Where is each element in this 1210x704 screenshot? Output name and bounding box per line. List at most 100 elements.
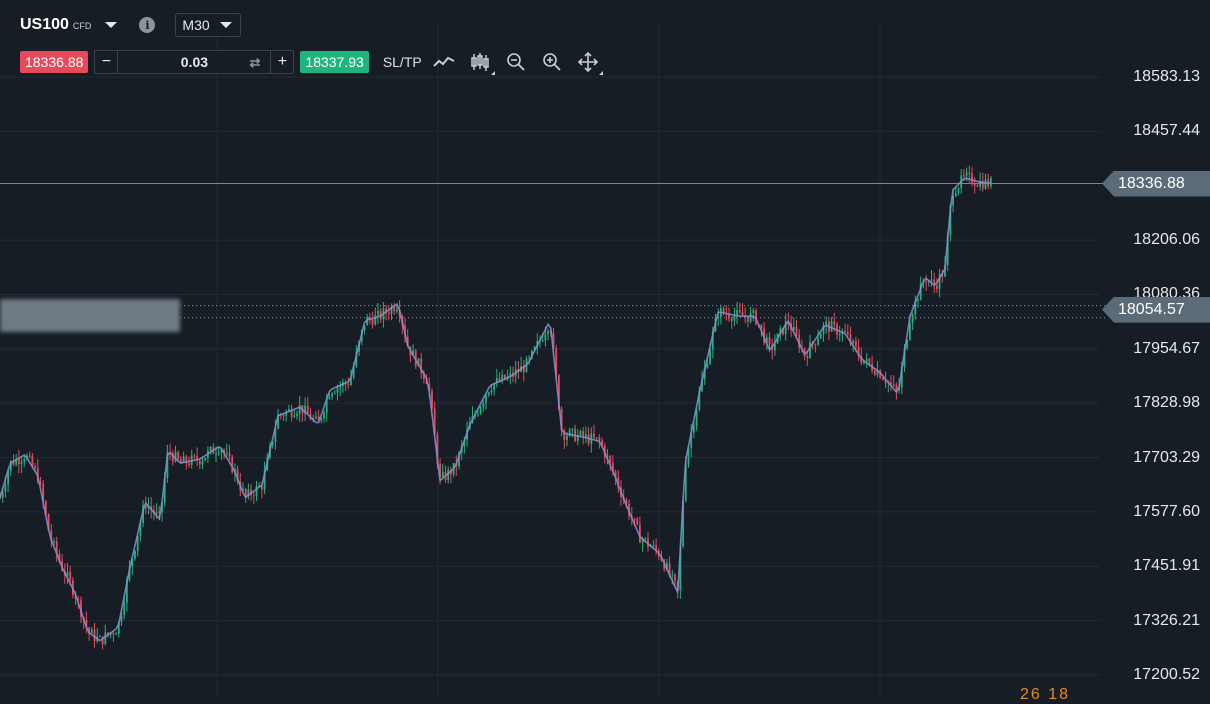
- candle-body: [209, 446, 212, 451]
- candle-body: [957, 187, 960, 194]
- candle-body: [396, 309, 398, 312]
- candle-body: [441, 472, 444, 478]
- price-axis-label: 17703.29: [1133, 448, 1200, 466]
- candle-body: [23, 459, 26, 462]
- sell-price-button[interactable]: 18336.88: [20, 51, 89, 73]
- symbol-name[interactable]: US100: [20, 16, 69, 34]
- candle-body: [547, 330, 549, 335]
- zoom-in-icon[interactable]: [538, 51, 566, 73]
- buy-price-button[interactable]: 18337.93: [300, 51, 369, 73]
- candle-body: [112, 633, 115, 635]
- price-axis-label: 18457.44: [1133, 122, 1200, 140]
- quantity-stepper[interactable]: − 0.03 ⇄ +: [94, 50, 295, 74]
- candle-body: [193, 455, 196, 457]
- candle-body: [911, 314, 914, 323]
- swap-icon[interactable]: ⇄: [250, 55, 261, 71]
- candle-body: [733, 315, 736, 321]
- candle-body: [123, 602, 126, 616]
- candle-body: [298, 404, 301, 414]
- candle-body: [652, 544, 655, 547]
- chevron-down-icon: [219, 22, 232, 28]
- candle-body: [566, 435, 568, 440]
- candle-body: [115, 633, 117, 635]
- candle-body: [706, 363, 709, 368]
- candle-body: [838, 334, 841, 336]
- candle-body: [477, 413, 479, 415]
- candlestick-icon[interactable]: [466, 51, 495, 75]
- candle-body: [809, 342, 811, 359]
- candle-body: [730, 318, 733, 321]
- candle-body: [28, 455, 31, 457]
- sltp-button[interactable]: SL/TP: [383, 54, 422, 70]
- candle-body: [490, 390, 493, 393]
- candle-body: [328, 396, 331, 399]
- candle-body: [188, 463, 190, 465]
- candle-body: [387, 312, 390, 315]
- candle-body: [293, 415, 296, 417]
- candle-body: [336, 387, 339, 393]
- candle-body: [34, 466, 36, 468]
- candle-body: [217, 452, 220, 454]
- candle-body: [609, 456, 612, 463]
- candle-body: [544, 334, 547, 341]
- candle-body: [374, 314, 377, 325]
- candle-body: [485, 395, 487, 403]
- candle-body: [868, 358, 871, 364]
- order-bar: 18336.88 − 0.03 ⇄ + 18337.93 SL/TP: [20, 50, 603, 75]
- price-axis-label: 17326.21: [1133, 611, 1200, 629]
- candle-body: [930, 279, 933, 281]
- candle-body: [201, 460, 204, 465]
- candle-body: [371, 319, 374, 325]
- candle-body: [104, 632, 107, 645]
- price-axis-label: 17451.91: [1133, 557, 1200, 575]
- candle-body: [752, 310, 755, 313]
- candle-body: [825, 321, 828, 325]
- candle-body: [833, 321, 836, 325]
- timeframe-select[interactable]: M30: [175, 13, 241, 37]
- increase-quantity-button[interactable]: +: [271, 51, 293, 73]
- candle-body: [204, 457, 207, 461]
- candle-body: [925, 281, 927, 283]
- decrease-quantity-button[interactable]: −: [95, 51, 117, 73]
- candle-body: [738, 310, 741, 313]
- symbol-dropdown-chevron-icon[interactable]: [105, 22, 118, 28]
- quantity-input[interactable]: 0.03 ⇄: [117, 51, 272, 73]
- candle-body: [595, 437, 598, 439]
- candle-body: [331, 393, 333, 397]
- candle-body: [749, 312, 752, 322]
- candle-body: [806, 356, 809, 359]
- candle-body: [393, 306, 396, 312]
- candle-body: [598, 437, 601, 441]
- candle-body: [973, 183, 976, 186]
- candle-body: [728, 314, 730, 319]
- time-axis-partial-label: 26 18: [1020, 686, 1071, 703]
- candle-body: [296, 413, 298, 416]
- price-axis[interactable]: 18583.13 18457.44 18206.06 18080.36 17954.67…: [1100, 0, 1210, 696]
- candle-body: [99, 636, 101, 638]
- blurred-overlay: [0, 299, 180, 332]
- candle-body: [936, 285, 938, 289]
- candle-body: [255, 485, 258, 497]
- line-chart-icon[interactable]: [430, 51, 458, 73]
- price-chart[interactable]: [0, 0, 1210, 696]
- candle-body: [347, 383, 350, 386]
- candle-body: [134, 550, 136, 559]
- candle-body: [963, 175, 965, 177]
- candle-body: [965, 172, 968, 176]
- candle-body: [333, 392, 336, 394]
- candle-body: [819, 333, 822, 339]
- candle-body: [844, 330, 846, 332]
- candle-body: [215, 453, 217, 455]
- candle-body: [282, 415, 285, 417]
- candle-body: [53, 541, 55, 543]
- candle-body: [865, 358, 868, 362]
- candle-body: [674, 574, 676, 582]
- candle-body: [814, 343, 817, 345]
- candle-body: [968, 172, 971, 174]
- candle-body: [644, 538, 647, 540]
- info-icon[interactable]: i: [139, 17, 156, 33]
- price-axis-label: 17200.52: [1133, 666, 1200, 683]
- candle-body: [855, 340, 857, 347]
- pan-move-icon[interactable]: [574, 51, 603, 75]
- zoom-out-icon[interactable]: [502, 51, 530, 73]
